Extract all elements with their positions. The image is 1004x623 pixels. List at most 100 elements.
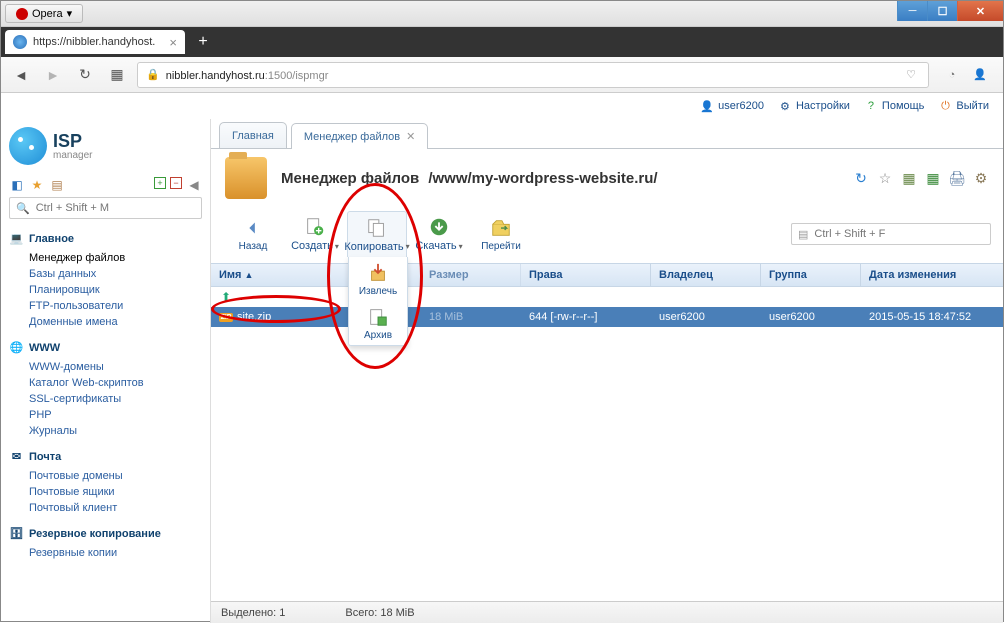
bookmark-icon[interactable]: ◧ (9, 177, 25, 193)
sidebar-item[interactable]: Планировщик (29, 282, 202, 298)
tab-close-icon[interactable]: × (169, 35, 177, 50)
globe-icon (13, 35, 27, 49)
tab-close-icon[interactable]: ✕ (406, 130, 415, 143)
status-selected: Выделено: 1 (221, 607, 285, 619)
col-group[interactable]: Группа (761, 264, 861, 286)
app-tabs: Главная Менеджер файлов✕ (211, 119, 1003, 149)
bookmark-heart-icon[interactable]: ♡ (902, 66, 920, 84)
col-size[interactable]: Размер (421, 264, 521, 286)
opera-menu-button[interactable]: Opera ▾ (5, 4, 83, 23)
toolbar-search[interactable]: ▤ (791, 223, 991, 245)
sidebar-search-input[interactable] (36, 202, 195, 214)
expand-icon[interactable]: + (154, 177, 166, 189)
sidebar-search[interactable]: 🔍 (9, 197, 202, 219)
logo-subtext: manager (53, 150, 92, 161)
chevron-down-icon: ▾ (406, 242, 410, 251)
opera-label: Opera (32, 8, 63, 20)
up-arrow-icon: ⬆ (219, 290, 233, 304)
settings-icon[interactable]: ⚙ (973, 170, 989, 186)
back-button[interactable]: ◄ (9, 63, 33, 87)
settings-link[interactable]: ⚙Настройки (778, 99, 850, 113)
extract-item[interactable]: Извлечь (349, 257, 407, 301)
col-perm[interactable]: Права (521, 264, 651, 286)
file-date: 2015-05-15 18:47:52 (861, 307, 1003, 327)
globe-icon: 🌐 (9, 340, 24, 355)
goto-icon (488, 217, 514, 239)
download-btn[interactable]: Скачать▾ (409, 211, 469, 257)
user-link[interactable]: 👤user6200 (700, 99, 764, 113)
csv-icon[interactable]: ▦ (901, 170, 917, 186)
star-icon[interactable]: ★ (29, 177, 45, 193)
sidebar-item[interactable]: PHP (29, 407, 202, 423)
file-owner: user6200 (651, 307, 761, 327)
sort-asc-icon: ▲ (244, 270, 253, 280)
close-button[interactable]: ✕ (957, 1, 1003, 21)
help-icon: ? (864, 99, 878, 113)
sidebar-item[interactable]: Базы данных (29, 266, 202, 282)
sidebar-item[interactable]: Почтовый клиент (29, 500, 202, 516)
collapse-icon[interactable]: − (170, 177, 182, 189)
table-row-up[interactable]: ⬆.. (211, 287, 1003, 307)
new-tab-button[interactable]: + (191, 30, 215, 54)
zip-icon: ZIP (219, 310, 233, 324)
archive-item[interactable]: Архив (349, 301, 407, 345)
help-link[interactable]: ?Помощь (864, 99, 925, 113)
file-name: site.zip (237, 311, 271, 323)
folder-big-icon (225, 157, 267, 199)
url-input[interactable]: 🔒 nibbler.handyhost.ru:1500/ispmgr ♡ (137, 62, 929, 88)
xls-icon[interactable]: ▦ (925, 170, 941, 186)
clipboard-icon[interactable]: ▤ (49, 177, 65, 193)
sidebar-item[interactable]: Почтовые домены (29, 468, 202, 484)
col-owner[interactable]: Владелец (651, 264, 761, 286)
back-btn[interactable]: Назад (223, 211, 283, 257)
sidebar-group-globe[interactable]: 🌐WWW (9, 336, 202, 359)
status-bar: Выделено: 1 Всего: 18 MiB (211, 601, 1003, 623)
sync-icon[interactable]: ◔ (943, 66, 961, 84)
sidebar-item[interactable]: Резервные копии (29, 545, 202, 561)
collapse-sidebar-icon[interactable]: ◀ (186, 177, 202, 193)
sidebar-item[interactable]: FTP-пользователи (29, 298, 202, 314)
sidebar-group-backup[interactable]: 🗄Резервное копирование (9, 522, 202, 545)
logout-link[interactable]: ⏻Выйти (938, 99, 989, 113)
page-header: Менеджер файлов /www/my-wordpress-websit… (211, 149, 1003, 207)
speed-dial-button[interactable]: ▦ (105, 63, 129, 87)
sidebar-group-home[interactable]: 💻Главное (9, 227, 202, 250)
col-date[interactable]: Дата изменения (861, 264, 1003, 286)
header-icons: ↻ ☆ ▦ ▦ 🖨 ⚙ (853, 170, 989, 186)
refresh-icon[interactable]: ↻ (853, 170, 869, 186)
sidebar-item[interactable]: Доменные имена (29, 314, 202, 330)
sidebar-group-mail[interactable]: ✉Почта (9, 445, 202, 468)
sidebar-item[interactable]: Менеджер файлов (29, 250, 202, 266)
tab-main[interactable]: Главная (219, 122, 287, 148)
maximize-button[interactable]: ☐ (927, 1, 957, 21)
print-icon[interactable]: 🖨 (949, 170, 965, 186)
goto-btn[interactable]: Перейти (471, 211, 531, 257)
backup-icon: 🗄 (9, 526, 24, 541)
table-row[interactable]: ZIPsite.zip 18 MiB 644 [-rw-r--r--] user… (211, 307, 1003, 327)
sidebar-item[interactable]: WWW-домены (29, 359, 202, 375)
create-btn[interactable]: Создать▾ (285, 211, 345, 257)
sidebar-item[interactable]: Почтовые ящики (29, 484, 202, 500)
tab-file-manager[interactable]: Менеджер файлов✕ (291, 123, 428, 149)
forward-button[interactable]: ► (41, 63, 65, 87)
search-icon: 🔍 (16, 202, 30, 215)
address-bar: ◄ ► ↻ ▦ 🔒 nibbler.handyhost.ru:1500/ispm… (1, 57, 1003, 93)
sidebar-item[interactable]: Каталог Web-скриптов (29, 375, 202, 391)
minimize-button[interactable]: ─ (897, 1, 927, 21)
power-icon: ⏻ (938, 99, 952, 113)
toolbar-search-input[interactable] (814, 228, 984, 240)
sidebar: ISP manager ◧ ★ ▤ + − ◀ 🔍 (1, 119, 211, 623)
sidebar-item[interactable]: SSL-сертификаты (29, 391, 202, 407)
sidebar-item[interactable]: Журналы (29, 423, 202, 439)
chevron-down-icon: ▾ (335, 242, 339, 251)
file-toolbar: Назад Создать▾ Копировать▾ Извлечь (211, 207, 1003, 257)
addr-extra: ◔ 👤 (937, 66, 995, 84)
browser-tab[interactable]: https://nibbler.handyhost. × (5, 30, 185, 54)
favorite-icon[interactable]: ☆ (877, 170, 893, 186)
up-label: .. (237, 291, 243, 303)
user-icon[interactable]: 👤 (971, 66, 989, 84)
chevron-down-icon: ▾ (67, 7, 73, 20)
reload-button[interactable]: ↻ (73, 63, 97, 87)
logo-text: ISP (53, 132, 92, 150)
copy-btn[interactable]: Копировать▾ Извлечь Архив (347, 211, 407, 257)
